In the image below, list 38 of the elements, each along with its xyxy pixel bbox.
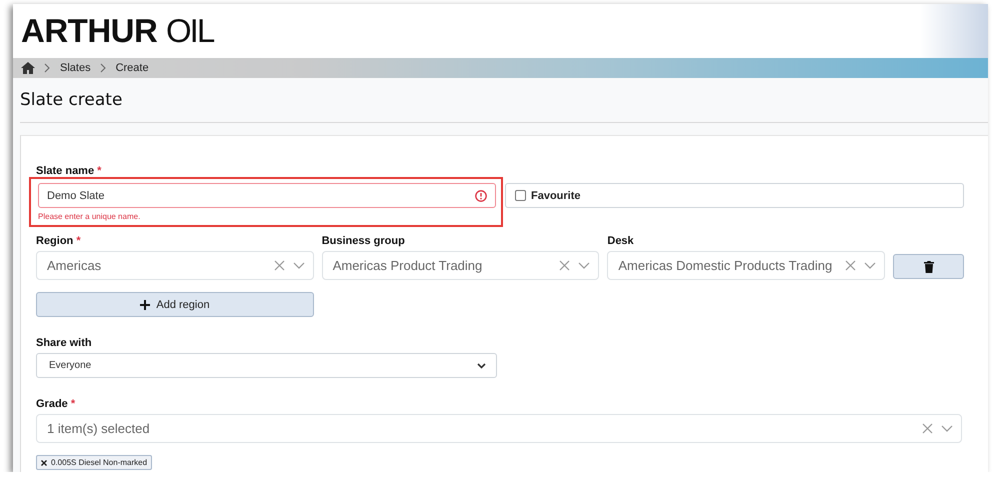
page-title: Slate create	[20, 90, 122, 110]
breadcrumb-link[interactable]: Slates	[60, 62, 91, 74]
clear-icon	[274, 260, 285, 271]
share-dropdown[interactable]: Everyone	[36, 353, 497, 378]
home-icon[interactable]	[21, 62, 35, 74]
field-label: Share with	[36, 337, 93, 349]
dropdown[interactable]: Americas	[36, 251, 314, 280]
chevron-down-icon	[941, 424, 953, 433]
delete-button[interactable]	[893, 254, 964, 279]
checkbox[interactable]	[515, 190, 526, 201]
field-label: Slate name *	[36, 165, 102, 177]
favourite-label: Favourite	[531, 190, 581, 202]
dropdown[interactable]: Americas Product Trading	[322, 251, 600, 280]
chevron-down-icon	[578, 261, 590, 270]
field-label: Business group	[322, 235, 406, 247]
name-field[interactable]: Demo Slate	[38, 183, 496, 208]
chevron-down-icon	[477, 362, 486, 368]
error-message: Please enter a unique name.	[38, 212, 142, 221]
error-icon	[475, 190, 487, 202]
breadcrumb-link[interactable]: Create	[116, 62, 149, 74]
clear-icon	[845, 260, 856, 271]
add-region-button[interactable]: Add region	[36, 292, 314, 317]
clear-icon	[559, 260, 570, 271]
chevron-icon	[100, 63, 107, 73]
chevron-icon	[44, 63, 51, 73]
clear-icon	[922, 423, 933, 434]
dropdown[interactable]: Americas Domestic Products Trading	[607, 251, 886, 280]
chevron-down-icon	[292, 261, 305, 270]
field-label: Grade *	[36, 398, 76, 410]
grade-dropdown[interactable]: 1 item(s) selected	[36, 414, 962, 443]
plus-icon	[140, 300, 150, 310]
field-label: Desk	[607, 235, 635, 247]
trash-icon	[924, 260, 934, 272]
logo: ARTHUR OIL	[20, 11, 214, 51]
chevron-down-icon	[864, 261, 876, 270]
remove-icon	[41, 460, 47, 466]
field-label: Region *	[36, 235, 82, 247]
grade-chip[interactable]: 0.005S Diesel Non-marked	[36, 455, 152, 470]
